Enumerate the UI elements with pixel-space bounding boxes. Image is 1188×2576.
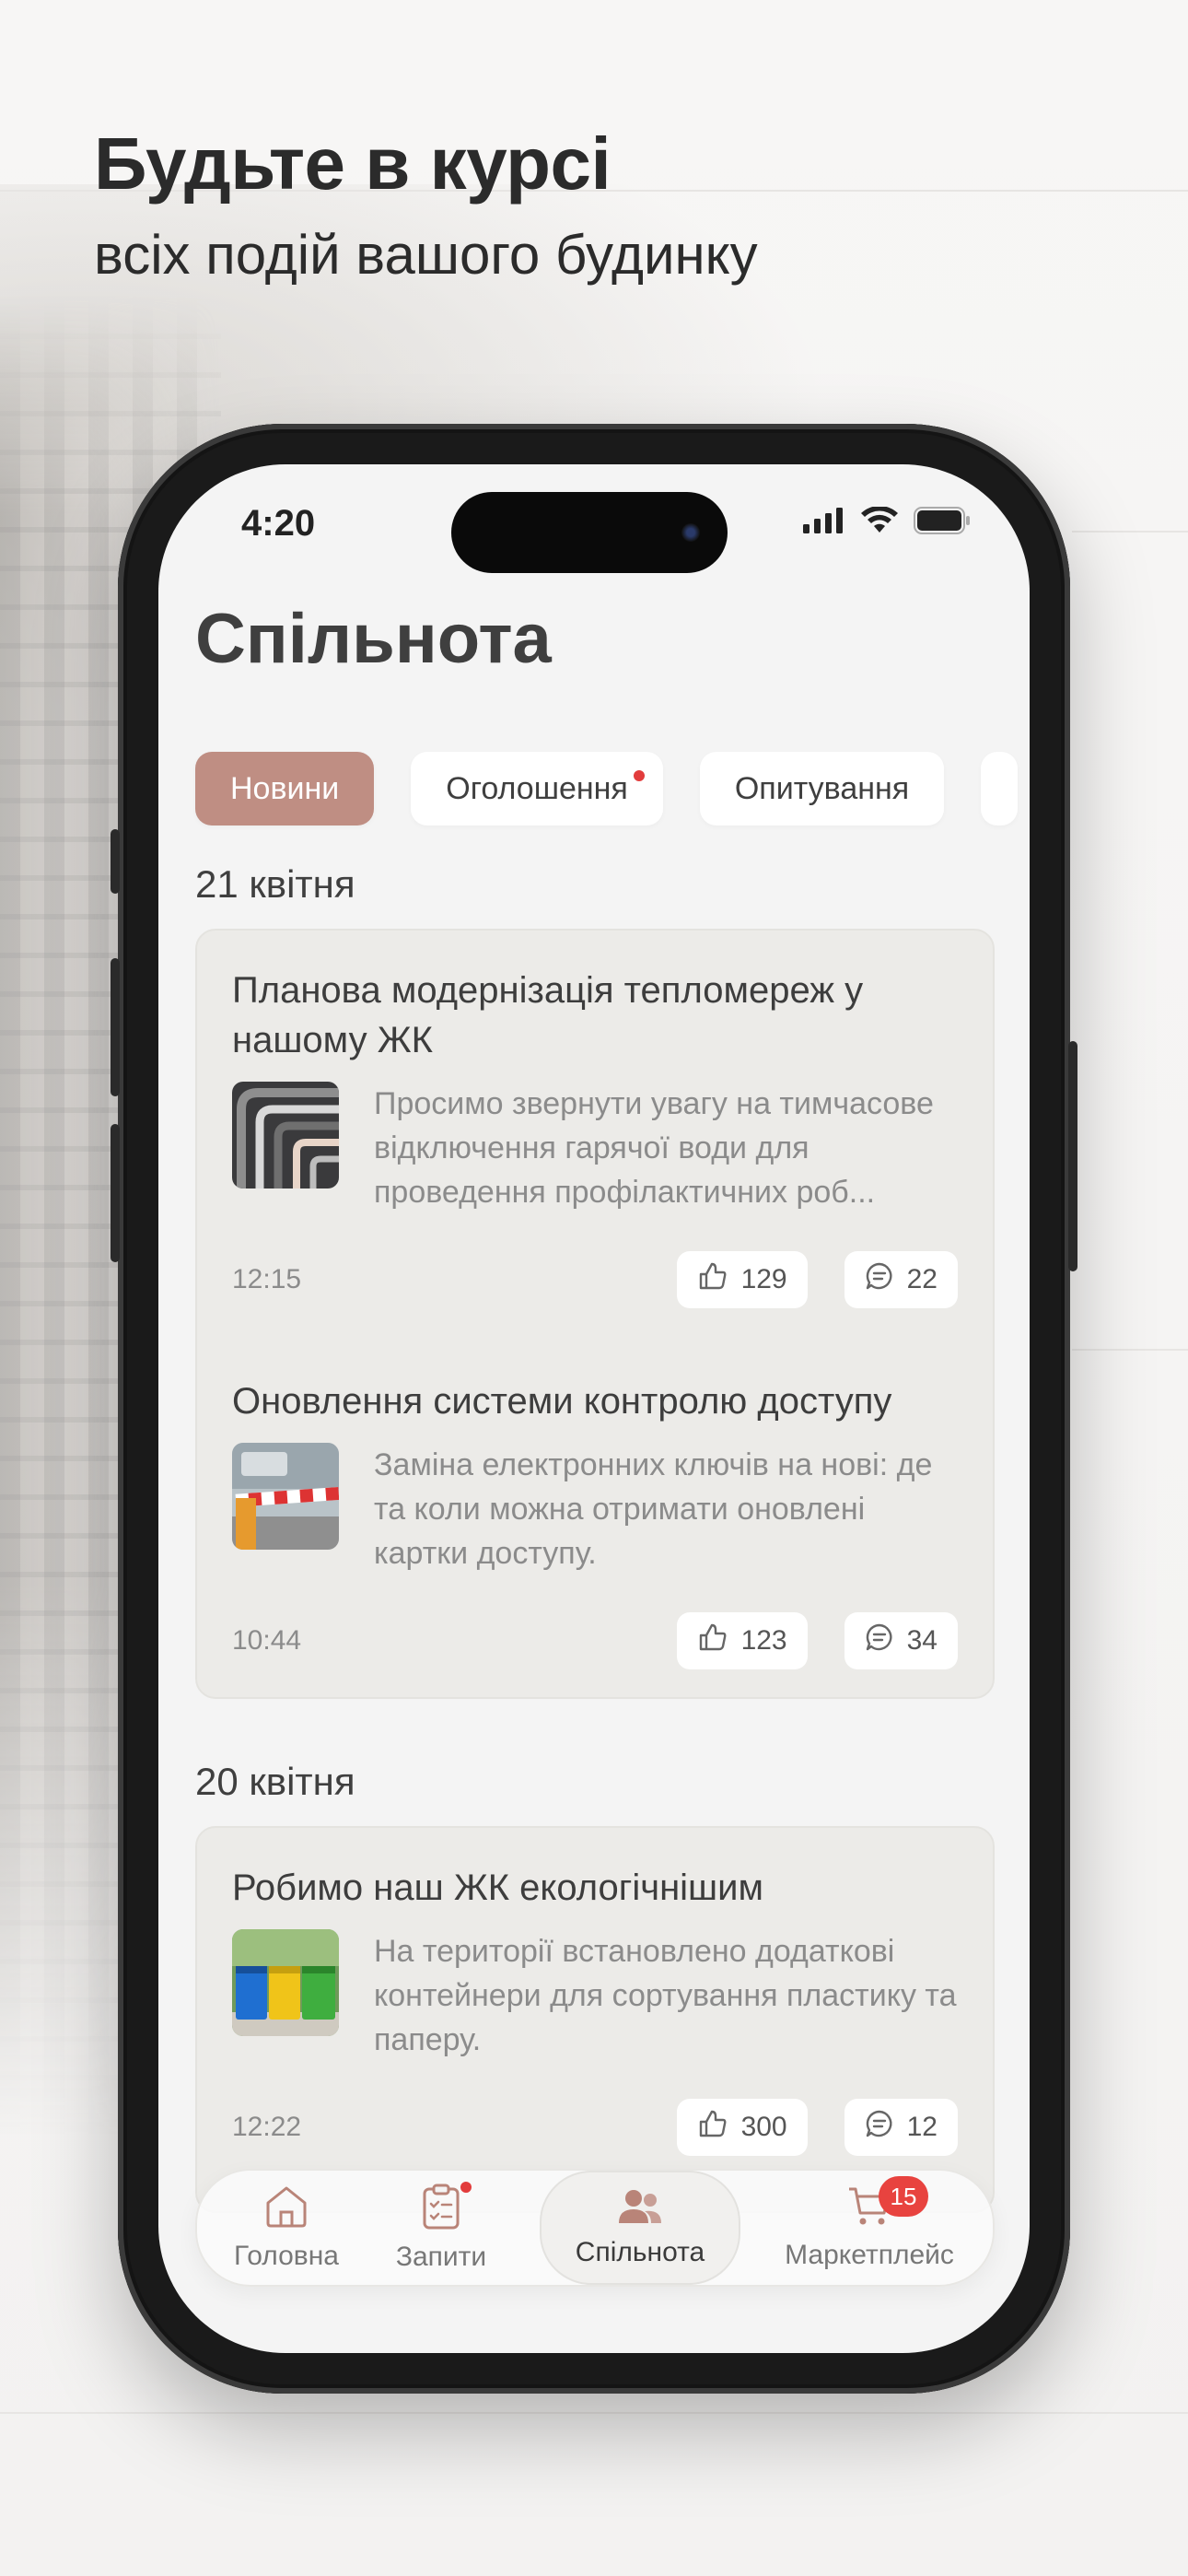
- post-excerpt: Заміна електронних ключів на нові: де та…: [374, 1447, 933, 1571]
- news-post[interactable]: Оновлення системи контролю доступу Замін…: [232, 1376, 958, 1669]
- comment-button[interactable]: 34: [844, 1612, 958, 1669]
- bottom-navigation: Головна Запити Спільнота Маркетплейс 15: [195, 2169, 995, 2287]
- cart-badge: 15: [879, 2176, 928, 2217]
- tab-label: Оголошення: [446, 770, 628, 806]
- divider-line: [0, 2412, 1188, 2414]
- recycling-bins-photo: [232, 1929, 339, 2036]
- news-post[interactable]: Робимо наш ЖК екологічнішим На території…: [232, 1863, 958, 2156]
- like-count: 300: [740, 2112, 787, 2142]
- wifi-icon: [860, 506, 899, 539]
- tab-announcements[interactable]: Оголошення: [411, 752, 663, 825]
- post-time: 12:22: [232, 2112, 302, 2142]
- home-icon: [263, 2184, 309, 2233]
- comment-count: 34: [906, 1625, 938, 1656]
- tab-label: Опитування: [734, 770, 910, 806]
- thumbs-up-icon: [697, 1622, 728, 1660]
- hero-subtitle: всіх подій вашого будинку: [94, 224, 758, 286]
- thumbs-up-icon: [697, 2108, 728, 2147]
- nav-label: Головна: [234, 2240, 339, 2271]
- news-post[interactable]: Планова модернізація тепломереж у нашому…: [232, 966, 958, 1308]
- pipes-photo: [232, 1082, 339, 1188]
- comment-icon: [865, 1261, 894, 1298]
- post-time: 10:44: [232, 1625, 302, 1656]
- barrier-photo: [232, 1443, 339, 1550]
- comment-count: 22: [906, 1264, 938, 1294]
- news-card: Планова модернізація тепломереж у нашому…: [195, 929, 995, 1699]
- notification-dot: [633, 770, 645, 781]
- like-count: 129: [740, 1264, 787, 1294]
- section-date: 21 квітня: [195, 862, 355, 906]
- comment-icon: [865, 1622, 894, 1659]
- post-title: Планова модернізація тепломереж у нашому…: [232, 970, 864, 1060]
- like-count: 123: [740, 1625, 787, 1656]
- like-button[interactable]: 123: [676, 1612, 808, 1669]
- camera-icon: [681, 523, 700, 542]
- status-time: 4:20: [241, 503, 316, 544]
- nav-item-requests[interactable]: Запити: [381, 2171, 501, 2285]
- section-date: 20 квітня: [195, 1760, 355, 1803]
- page-title: Спільнота: [195, 600, 552, 678]
- battery-icon: [914, 507, 971, 539]
- notification-dot: [460, 2182, 472, 2193]
- comment-icon: [865, 2109, 894, 2146]
- status-icons: [803, 506, 971, 539]
- like-button[interactable]: 300: [676, 2099, 808, 2156]
- dynamic-island: [451, 492, 728, 573]
- nav-label: Запити: [395, 2241, 487, 2272]
- nav-label: Маркетплейс: [785, 2239, 954, 2270]
- like-button[interactable]: 129: [676, 1251, 808, 1308]
- comment-count: 12: [906, 2112, 938, 2142]
- tab-more[interactable]: [981, 752, 1019, 825]
- divider-line: [1072, 1349, 1188, 1351]
- app-screen: 4:20 Спільнота Новини Оголошення Опитува…: [158, 464, 1030, 2353]
- nav-item-home[interactable]: Головна: [217, 2171, 355, 2285]
- thumbs-up-icon: [697, 1260, 728, 1299]
- hero-title: Будьте в курсі: [94, 123, 611, 205]
- clipboard-icon: [421, 2184, 461, 2234]
- phone-power-button: [1068, 1041, 1077, 1271]
- comment-button[interactable]: 12: [844, 2099, 958, 2156]
- nav-item-marketplace[interactable]: Маркетплейс 15: [768, 2171, 971, 2285]
- nav-label: Спільнота: [575, 2236, 705, 2267]
- tab-news[interactable]: Новини: [195, 752, 375, 825]
- post-excerpt: На території встановлено додаткові конте…: [374, 1934, 957, 2057]
- post-title: Робимо наш ЖК екологічнішим: [232, 1868, 763, 1908]
- tab-bar: Новини Оголошення Опитування: [195, 752, 1019, 825]
- phone-frame: 4:20 Спільнота Новини Оголошення Опитува…: [111, 424, 1077, 2394]
- tab-label: Новини: [230, 770, 340, 806]
- post-excerpt: Просимо звернути увагу на тимчасове відк…: [374, 1086, 934, 1210]
- phone-volume-down-button: [111, 1124, 120, 1262]
- tab-polls[interactable]: Опитування: [699, 752, 945, 825]
- divider-line: [1072, 531, 1188, 533]
- phone-side-button: [111, 829, 120, 894]
- nav-item-community[interactable]: Спільнота: [540, 2171, 740, 2285]
- phone-volume-up-button: [111, 958, 120, 1096]
- post-time: 12:15: [232, 1264, 302, 1294]
- news-card: Робимо наш ЖК екологічнішим На території…: [195, 1826, 995, 2213]
- signal-icon: [803, 508, 845, 538]
- people-icon: [617, 2188, 663, 2230]
- post-title: Оновлення системи контролю доступу: [232, 1381, 892, 1422]
- comment-button[interactable]: 22: [844, 1251, 958, 1308]
